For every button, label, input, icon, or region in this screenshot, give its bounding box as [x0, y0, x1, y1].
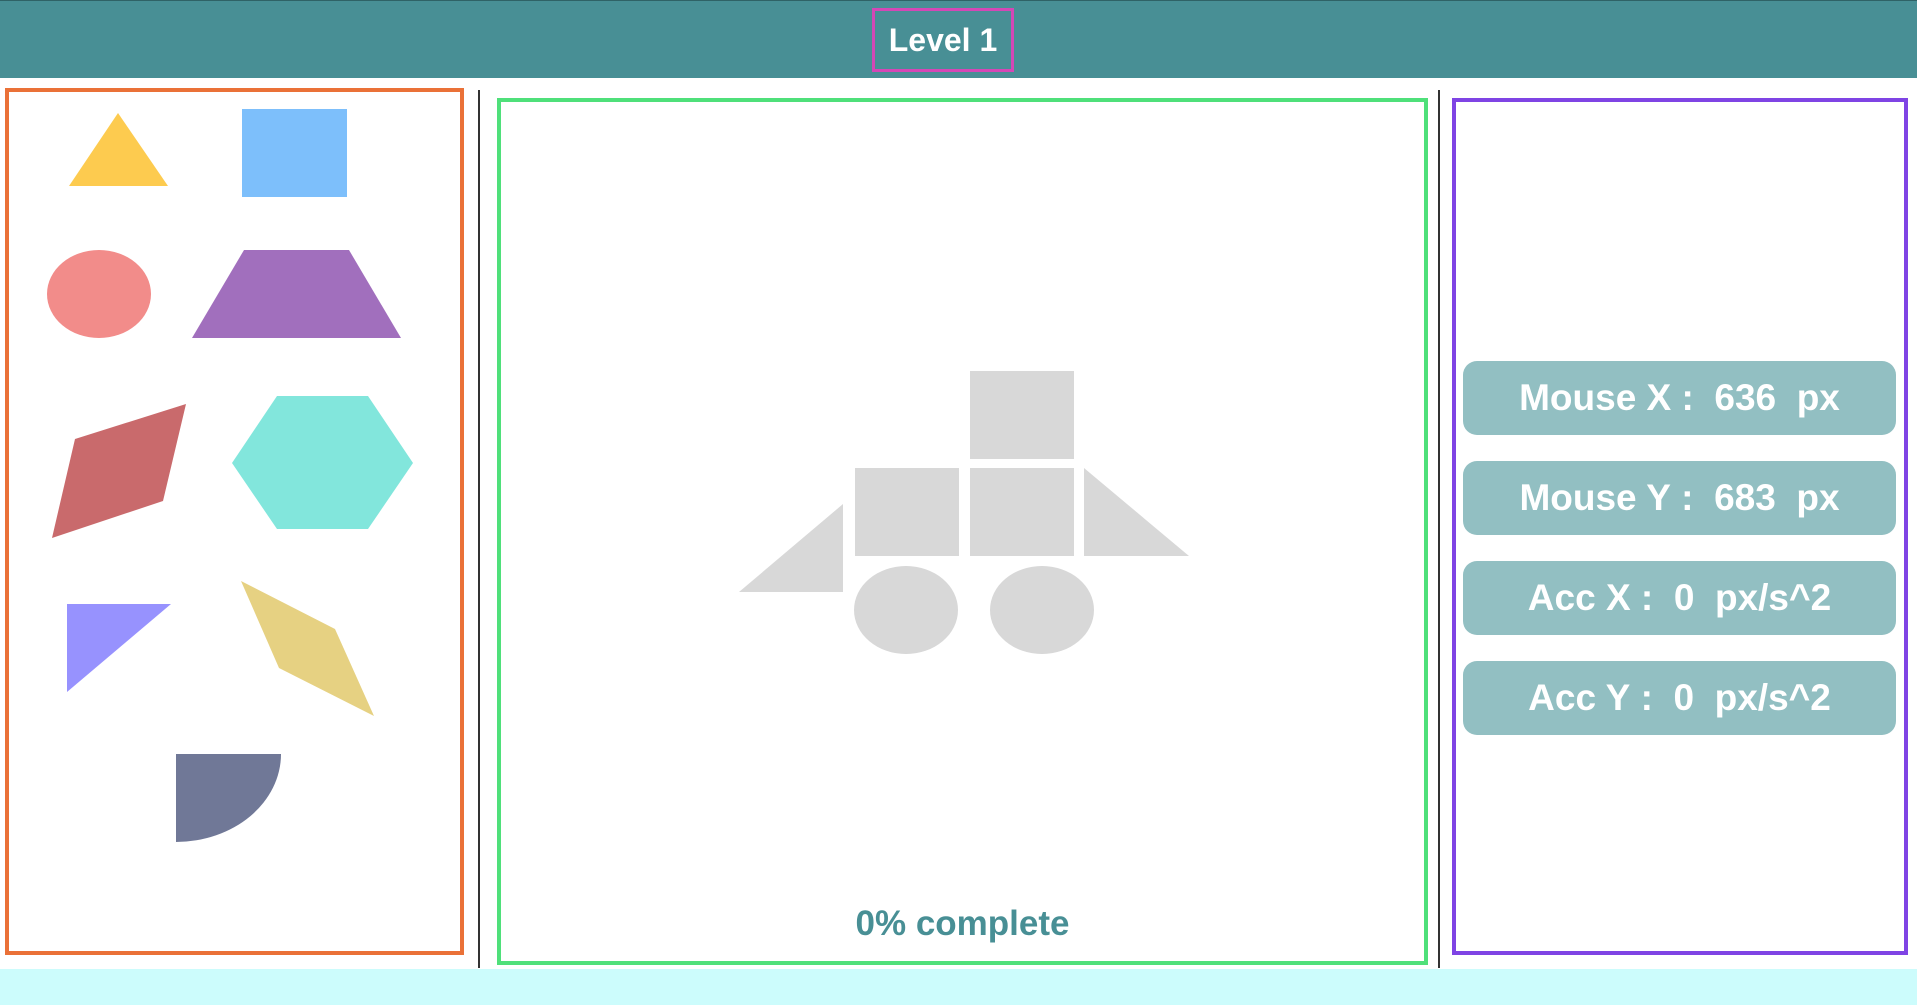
stat-unit: px: [1796, 377, 1840, 418]
progress-label: 0% complete: [855, 904, 1070, 943]
stat-label: Mouse Y: [1519, 477, 1671, 518]
stat-label: Acc Y: [1528, 677, 1631, 718]
stat-mouse-y: Mouse Y : 683 px: [1463, 461, 1896, 535]
target-wheel-right[interactable]: [990, 566, 1094, 654]
target-wheel-left[interactable]: [854, 566, 958, 654]
target-triangle-right[interactable]: [1084, 468, 1189, 556]
target-square-left[interactable]: [855, 468, 959, 556]
target-square-top[interactable]: [970, 371, 1074, 459]
stat-unit: px/s^2: [1714, 677, 1831, 718]
stat-value: 0: [1673, 577, 1695, 618]
rhombus-piece[interactable]: [241, 581, 374, 716]
target-square-right[interactable]: [970, 468, 1074, 556]
game-screen: Level 1 0% complete Mouse X : 636 px Mou…: [0, 0, 1917, 1005]
square-piece[interactable]: [242, 109, 347, 197]
stat-acc-x: Acc X : 0 px/s^2: [1463, 561, 1896, 635]
stat-value: 683: [1714, 477, 1776, 518]
stat-value: 0: [1673, 677, 1695, 718]
right-triangle-piece[interactable]: [67, 604, 171, 692]
stat-label: Mouse X: [1519, 377, 1672, 418]
stat-label: Acc X: [1527, 577, 1631, 618]
stat-acc-y: Acc Y : 0 px/s^2: [1463, 661, 1896, 735]
parallelogram-piece[interactable]: [52, 404, 186, 538]
hexagon-piece[interactable]: [232, 396, 413, 529]
target-triangle-left[interactable]: [739, 504, 843, 592]
stat-unit: px: [1796, 477, 1840, 518]
stat-value: 636: [1714, 377, 1777, 418]
triangle-piece[interactable]: [69, 113, 168, 186]
stat-unit: px/s^2: [1714, 577, 1832, 618]
quarter-circle-piece[interactable]: [176, 754, 281, 842]
trapezoid-piece[interactable]: [192, 250, 401, 338]
ellipse-piece[interactable]: [47, 250, 151, 338]
stat-mouse-x: Mouse X : 636 px: [1463, 361, 1896, 435]
